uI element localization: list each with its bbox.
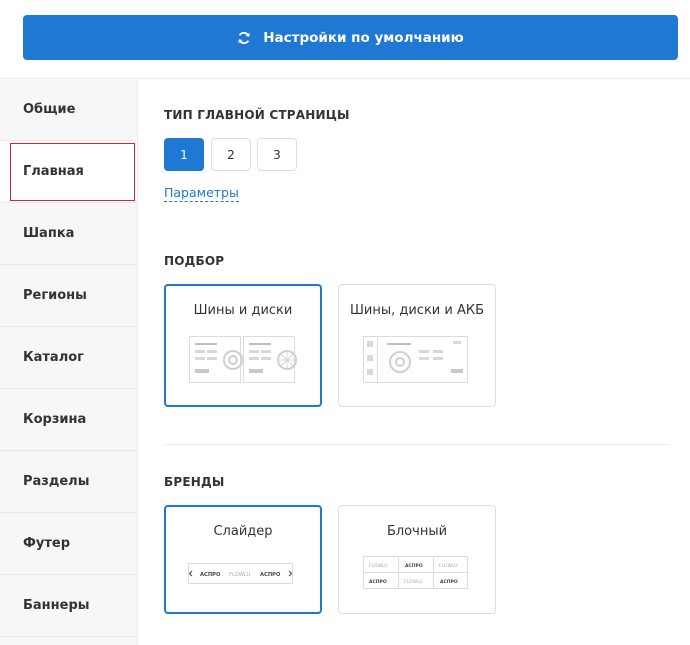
sidebar-item-footer[interactable]: Футер (0, 513, 137, 575)
settings-sidebar: Общие Главная Шапка Регионы Каталог Корз… (0, 79, 138, 645)
home-type-option-1[interactable]: 1 (164, 138, 204, 171)
sidebar-item-label: Футер (23, 536, 71, 551)
home-type-option-2[interactable]: 2 (211, 138, 251, 171)
brand-logo-text: АСПРО (260, 572, 281, 578)
brand-logo-text: АСПРО (200, 572, 221, 578)
brand-block-preview-icon: FLOWLU АСПРО FLOWLU АСПРО FLOWLU АСПРО (363, 556, 468, 589)
parameters-link[interactable]: Параметры (164, 185, 239, 202)
brand-logo-text: FLOWLU (404, 579, 423, 585)
section-divider (164, 444, 669, 445)
sidebar-item-general[interactable]: Общие (0, 79, 137, 141)
toolbar: Настройки по умолчанию (0, 0, 690, 79)
selection-option-tires-wheels[interactable]: Шины и диски (164, 284, 322, 407)
selection-option-tires-wheels-battery[interactable]: Шины, диски и АКБ (338, 284, 496, 407)
brand-logo-text: АСПРО (405, 563, 423, 569)
brands-option-slider[interactable]: Слайдер АСПРО FLOWLU АСПРО (164, 505, 322, 614)
home-type-option-3[interactable]: 3 (257, 138, 297, 171)
brand-logo-text: АСПРО (440, 579, 458, 585)
brands-title: БРЕНДЫ (164, 475, 225, 489)
sidebar-item-regions[interactable]: Регионы (0, 265, 137, 327)
tires-wheels-preview-icon (189, 336, 297, 383)
brand-logo-text: АСПРО (369, 579, 387, 585)
sidebar-item-home[interactable]: Главная (0, 141, 137, 203)
sidebar-item-catalog[interactable]: Каталог (0, 327, 137, 389)
sidebar-item-header[interactable]: Шапка (0, 203, 137, 265)
sidebar-item-label: Баннеры (23, 598, 90, 613)
selection-title: ПОДБОР (164, 254, 225, 268)
home-type-title: ТИП ГЛАВНОЙ СТРАНИЦЫ (164, 108, 350, 122)
sidebar-item-label: Общие (23, 102, 76, 117)
brand-logo-text: FLOWLU (369, 563, 388, 569)
card-label: Блочный (386, 524, 448, 539)
sidebar-item-label: Каталог (23, 350, 84, 365)
card-label: Шины и диски (193, 303, 293, 318)
settings-main-panel: ТИП ГЛАВНОЙ СТРАНИЦЫ 1 2 3 Параметры ПОД… (138, 79, 690, 645)
reset-defaults-button[interactable]: Настройки по умолчанию (23, 15, 678, 60)
card-label: Шины, диски и АКБ (349, 303, 485, 318)
tires-wheels-battery-preview-icon (363, 336, 468, 383)
brand-logo-text: FLOWLU (439, 563, 458, 569)
brands-option-block[interactable]: Блочный FLOWLU АСПРО FLOWLU АСПРО FLOWLU… (338, 505, 496, 614)
refresh-icon (237, 31, 251, 45)
sidebar-item-label: Корзина (23, 412, 87, 427)
brand-logo-text: FLOWLU (229, 572, 251, 578)
sidebar-item-sections[interactable]: Разделы (0, 451, 137, 513)
card-label: Слайдер (213, 524, 273, 539)
reset-defaults-label: Настройки по умолчанию (263, 29, 464, 46)
sidebar-item-label: Шапка (23, 226, 75, 241)
sidebar-item-label: Главная (23, 164, 84, 179)
sidebar-item-label: Регионы (23, 288, 87, 303)
brand-slider-preview-icon: АСПРО FLOWLU АСПРО (188, 563, 293, 584)
sidebar-item-cart[interactable]: Корзина (0, 389, 137, 451)
sidebar-item-banners[interactable]: Баннеры (0, 575, 137, 637)
sidebar-item-label: Разделы (23, 474, 90, 489)
